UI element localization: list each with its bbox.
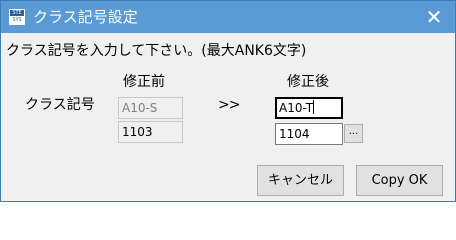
class-code-label: クラス記号 bbox=[25, 97, 95, 113]
app-icon-bottom: SYS bbox=[10, 17, 24, 24]
arrow-indicator: >> bbox=[218, 97, 240, 113]
browse-button[interactable]: ... bbox=[344, 124, 363, 143]
after-class-code-input[interactable]: A10-T bbox=[275, 97, 343, 119]
after-column-header: 修正後 bbox=[287, 74, 329, 90]
before-class-code-field: A10-S bbox=[118, 97, 183, 119]
before-number-field: 1103 bbox=[118, 121, 183, 143]
cancel-button[interactable]: キャンセル bbox=[257, 165, 344, 196]
text-caret bbox=[313, 100, 315, 114]
window-title: クラス記号設定 bbox=[33, 8, 138, 26]
after-class-code-value: A10-T bbox=[279, 101, 314, 115]
before-column-header: 修正前 bbox=[123, 74, 165, 90]
close-icon[interactable]: ✕ bbox=[419, 4, 449, 30]
copy-ok-button[interactable]: Copy OK bbox=[356, 165, 443, 196]
app-icon: STE SYS bbox=[9, 9, 25, 25]
after-number-input[interactable]: 1104 bbox=[275, 123, 343, 145]
dialog-window: STE SYS クラス記号設定 ✕ クラス記号を入力して下さい。(最大ANK6文… bbox=[0, 0, 456, 202]
app-icon-top: STE bbox=[10, 10, 24, 16]
instruction-text: クラス記号を入力して下さい。(最大ANK6文字) bbox=[6, 43, 307, 59]
title-bar[interactable]: STE SYS クラス記号設定 ✕ bbox=[1, 1, 455, 33]
